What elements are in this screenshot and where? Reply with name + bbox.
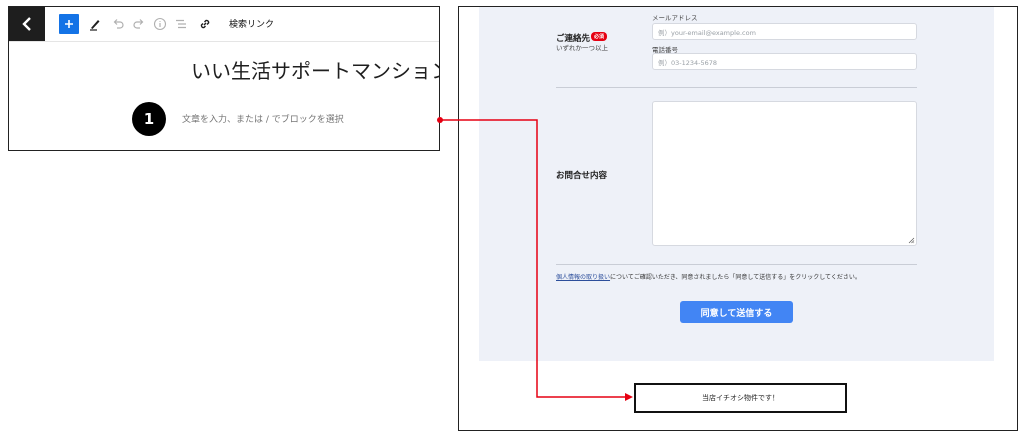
link-icon <box>200 19 210 29</box>
tools-button[interactable] <box>87 16 103 32</box>
pen-icon <box>90 20 100 31</box>
details-button[interactable] <box>152 16 168 32</box>
featured-property-text-box: 当店イチオシ物件です！ <box>634 383 847 413</box>
phone-field[interactable]: 例）03-1234-5678 <box>652 53 917 70</box>
email-label: メールアドレス <box>652 14 698 22</box>
link-button[interactable] <box>197 16 213 32</box>
plus-icon <box>65 20 73 28</box>
section-divider <box>556 87 917 88</box>
privacy-notice-text: についてご確認いただき、同意されましたら「同意して送信する」をクリックしてくださ… <box>610 274 861 281</box>
page-preview-panel: ご連絡先 必須 いずれか一つ以上 メールアドレス 例）your-email@ex… <box>458 6 1018 431</box>
chevron-left-icon <box>22 17 31 31</box>
step-number-badge: 1 <box>132 102 166 136</box>
list-view-button[interactable] <box>173 16 189 32</box>
search-link-label[interactable]: 検索リンク <box>229 17 274 30</box>
undo-button[interactable] <box>110 16 126 32</box>
inquiry-label: お問合せ内容 <box>556 171 608 181</box>
redo-button[interactable] <box>131 16 147 32</box>
privacy-policy-link[interactable]: 個人情報の取り扱い <box>556 274 610 281</box>
contact-sub-label: いずれか一つ以上 <box>556 44 608 52</box>
redo-icon <box>133 19 144 29</box>
undo-icon <box>113 19 124 29</box>
email-field[interactable]: 例）your-email@example.com <box>652 23 917 40</box>
contact-form: ご連絡先 必須 いずれか一つ以上 メールアドレス 例）your-email@ex… <box>479 7 994 361</box>
list-view-icon <box>176 19 186 29</box>
required-badge: 必須 <box>591 32 608 41</box>
section-divider <box>556 264 917 265</box>
block-placeholder[interactable]: 文章を入力、または / でブロックを選択 <box>182 112 344 125</box>
inquiry-textarea[interactable] <box>652 101 917 246</box>
resize-grip-icon[interactable] <box>908 237 915 244</box>
block-editor-panel: 検索リンク いい生活サポートマンション 文章を入力、または / でブロックを選択… <box>8 6 440 151</box>
post-title[interactable]: いい生活サポートマンション <box>191 55 439 84</box>
info-icon <box>153 17 167 31</box>
back-button[interactable] <box>9 7 45 41</box>
privacy-notice: 個人情報の取り扱いについてご確認いただき、同意されましたら「同意して送信する」を… <box>556 272 861 281</box>
agree-submit-button[interactable]: 同意して送信する <box>680 301 793 323</box>
editor-toolbar: 検索リンク <box>9 7 439 42</box>
add-block-button[interactable] <box>59 14 79 34</box>
